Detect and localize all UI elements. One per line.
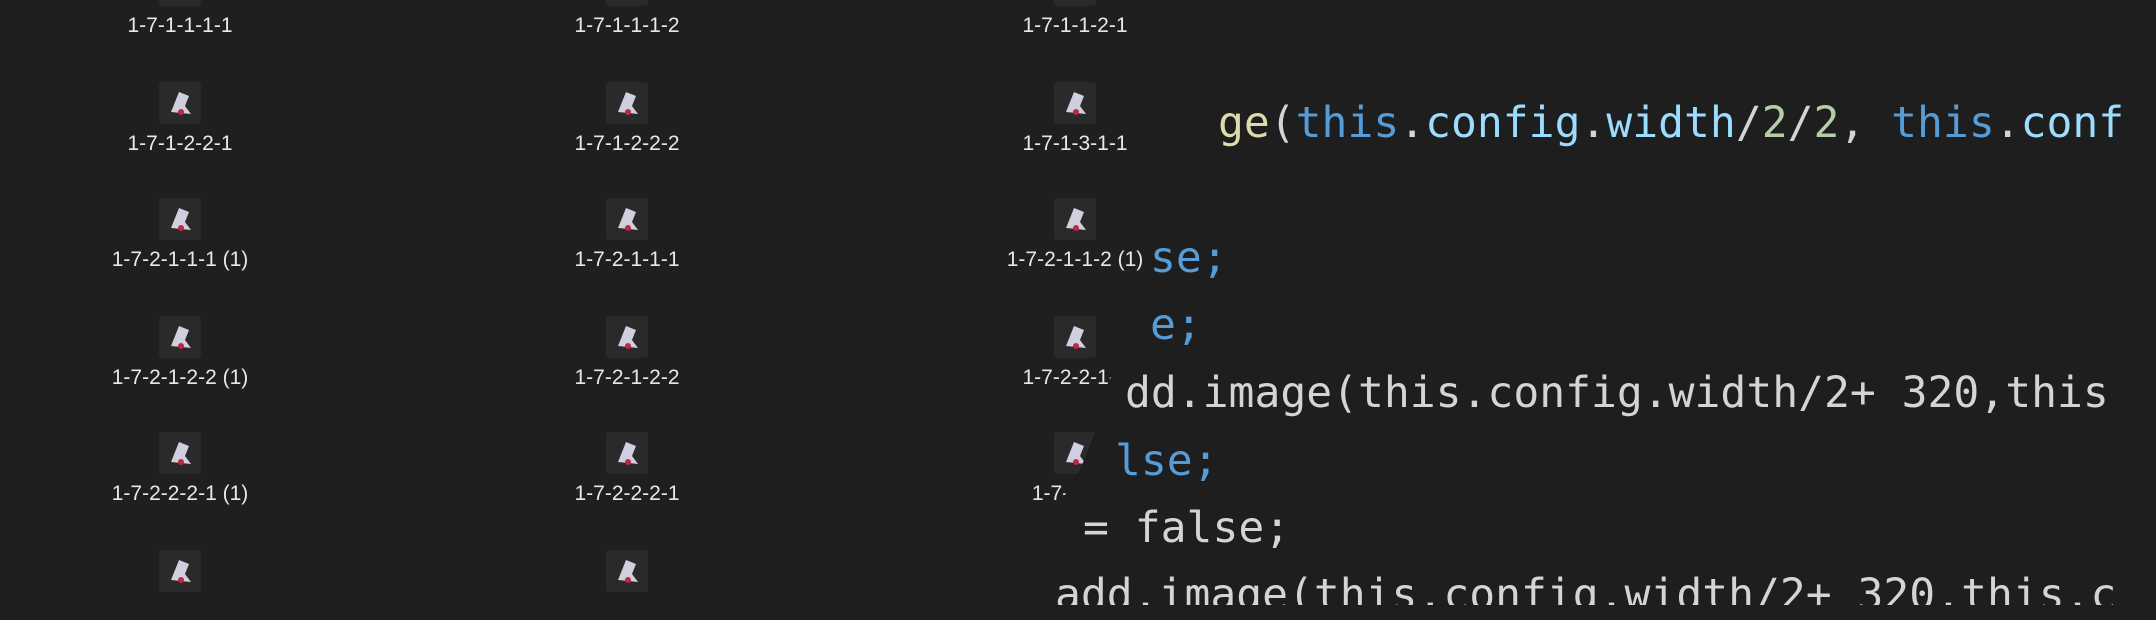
file-explorer: 1-7-1-1-1-1 1-7-1-1-1-2 1-7-1-1-2-1 1-7-… [0,0,1200,605]
code-token: . [1580,98,1607,148]
code-token: 2 [1813,98,1840,148]
code-token: conf [2020,98,2125,148]
file-item[interactable] [30,550,330,592]
image-thumbnail-icon [606,550,648,592]
code-token: width [1606,98,1736,148]
code-token: 2 [1761,98,1788,148]
file-item[interactable]: 1-7-2-1-2-2 (1) [30,316,330,390]
code-token: this [1891,98,1995,148]
file-name: 1-7-2-2-2-1 [574,482,680,505]
file-name: 1-7-1-1-1-2 [574,14,680,37]
file-item[interactable]: 1-7-1-2-2-1 [30,82,330,156]
file-name: 1-7-2-2-2-1 (1) [111,482,249,505]
image-thumbnail-icon [606,198,648,240]
image-thumbnail-icon [606,432,648,474]
image-thumbnail-icon [159,550,201,592]
file-item[interactable]: 1-7-2-2-2-1 [477,432,777,506]
image-thumbnail-icon [159,316,201,358]
file-name: 1-7-2-1-1-2 (1) [1006,248,1144,271]
file-name: 1-7-1-1-1-1 [127,14,233,37]
image-thumbnail-icon [1054,316,1096,358]
file-name: 1-7-1-3-1-1 [1022,132,1128,155]
file-name: 1-7-1-2-2-1 [127,132,233,155]
code-line[interactable]: dd.image(this.config.width/2+ 320,this [1125,368,2109,418]
image-thumbnail-icon [606,0,648,6]
code-token: . [1399,98,1426,148]
image-thumbnail-icon [606,316,648,358]
image-thumbnail-icon [606,82,648,124]
code-token: / [1735,98,1762,148]
code-token: ( [1269,98,1296,148]
file-item[interactable]: 1-7-1-1-1-2 [477,0,777,38]
file-name: 1-7-1-2-2-2 [574,132,680,155]
image-thumbnail-icon [159,82,201,124]
file-item[interactable]: 1-7-2-1-1-1 [477,198,777,272]
file-name: 1-7-2-1-2-2 (1) [111,366,249,389]
file-item[interactable]: 1-7-2-1-2-2 [477,316,777,390]
file-item[interactable]: 1-7-2-1-1-1 (1) [30,198,330,272]
code-line[interactable]: lse; [1115,436,1219,486]
code-token: / [1787,98,1814,148]
image-thumbnail-icon [1054,0,1096,6]
code-line[interactable]: ge(this.config.width/2/2, this.conf [1218,98,2124,148]
code-line[interactable]: add.image(this.config.width/2+ 320,this.… [1055,570,2116,605]
file-name: 1-7-2-1-1-1 [574,248,680,271]
file-item[interactable]: 1-7-1-1-1-1 [30,0,330,38]
code-token: config [1425,98,1581,148]
code-token: ge [1218,98,1270,148]
code-line[interactable]: se; [1150,233,1228,283]
image-thumbnail-icon [1054,198,1096,240]
file-name: 1-7-2-1-2-2 [574,366,680,389]
file-item[interactable]: 1-7-1-1-2-1 [925,0,1225,38]
image-thumbnail-icon [159,198,201,240]
code-line[interactable]: = false; [1083,503,1290,553]
file-item[interactable]: 1-7-1-2-2-2 [477,82,777,156]
file-name: 1-7-1-1-2-1 [1022,14,1128,37]
code-line[interactable]: e; [1150,300,1202,350]
file-item[interactable]: 1-7-1-3-1-1 [925,82,1225,156]
file-item[interactable]: 1-7-2-2-2-1 (1) [30,432,330,506]
file-name: 1-7-2-1-1-1 (1) [111,248,249,271]
code-token: , [1839,98,1892,148]
image-thumbnail-icon [159,432,201,474]
code-token: . [1994,98,2021,148]
image-thumbnail-icon [1054,82,1096,124]
file-item[interactable] [477,550,777,592]
code-token: this [1295,98,1400,148]
image-thumbnail-icon [159,0,201,6]
